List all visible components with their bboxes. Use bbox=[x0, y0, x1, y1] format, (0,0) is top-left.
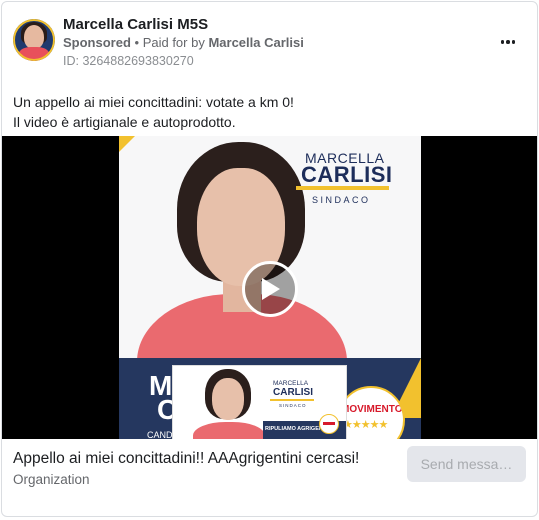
inset-shirt bbox=[193, 422, 265, 439]
movimento-logo-text: MOVIMENTO bbox=[341, 404, 403, 415]
video-player[interactable]: MARCELLA CARLISI SINDACO M C CAND MOVIME… bbox=[2, 136, 537, 439]
poster-role: SINDACO bbox=[312, 195, 371, 205]
ad-headline[interactable]: Appello ai miei concittadini!! AAAgrigen… bbox=[13, 450, 359, 468]
inset-last-name: CARLISI bbox=[273, 387, 313, 398]
post-body: Un appello ai miei concittadini: votate … bbox=[13, 92, 294, 132]
page-avatar[interactable] bbox=[13, 19, 55, 61]
inset-movimento-logo bbox=[319, 414, 339, 434]
post-header: Marcella Carlisi M5S Sponsored • Paid fo… bbox=[2, 2, 537, 82]
page-name[interactable]: Marcella Carlisi M5S bbox=[63, 16, 208, 33]
ad-card: Marcella Carlisi M5S Sponsored • Paid fo… bbox=[1, 1, 538, 517]
separator: • bbox=[130, 35, 143, 50]
inset-face bbox=[212, 378, 244, 420]
poster-inset-flyer: MARCELLA CARLISI SINDACO RIPULIAMO AGRIG… bbox=[172, 365, 347, 439]
paid-for-name[interactable]: Marcella Carlisi bbox=[208, 35, 303, 50]
post-body-line-1: Un appello ai miei concittadini: votate … bbox=[13, 94, 294, 110]
sponsored-label: Sponsored bbox=[63, 35, 131, 50]
inset-role: SINDACO bbox=[279, 403, 307, 408]
inset-underline bbox=[270, 399, 314, 401]
ad-category: Organization bbox=[13, 472, 90, 487]
ad-footer: Appello ai miei concittadini!! AAAgrigen… bbox=[2, 439, 537, 516]
ad-id: ID: 3264882693830270 bbox=[63, 54, 194, 68]
play-icon[interactable] bbox=[242, 261, 298, 317]
post-body-line-2: Il video è artigianale e autoprodotto. bbox=[13, 114, 236, 130]
sponsor-line: Sponsored • Paid for by Marcella Carlisi bbox=[63, 35, 304, 50]
poster-cand-text: CAND bbox=[147, 430, 173, 439]
poster-last-name: CARLISI bbox=[301, 162, 393, 187]
movimento-logo-stars: ★★★★★ bbox=[343, 419, 388, 431]
poster-corner-accent bbox=[119, 136, 135, 152]
avatar-ring bbox=[13, 19, 55, 61]
send-message-button[interactable]: Send messa… bbox=[407, 446, 526, 482]
paid-for-prefix: Paid for by bbox=[142, 35, 209, 50]
poster-name-underline bbox=[296, 186, 389, 190]
inset-first-name: MARCELLA bbox=[273, 380, 309, 387]
more-horizontal-icon[interactable] bbox=[496, 32, 520, 52]
